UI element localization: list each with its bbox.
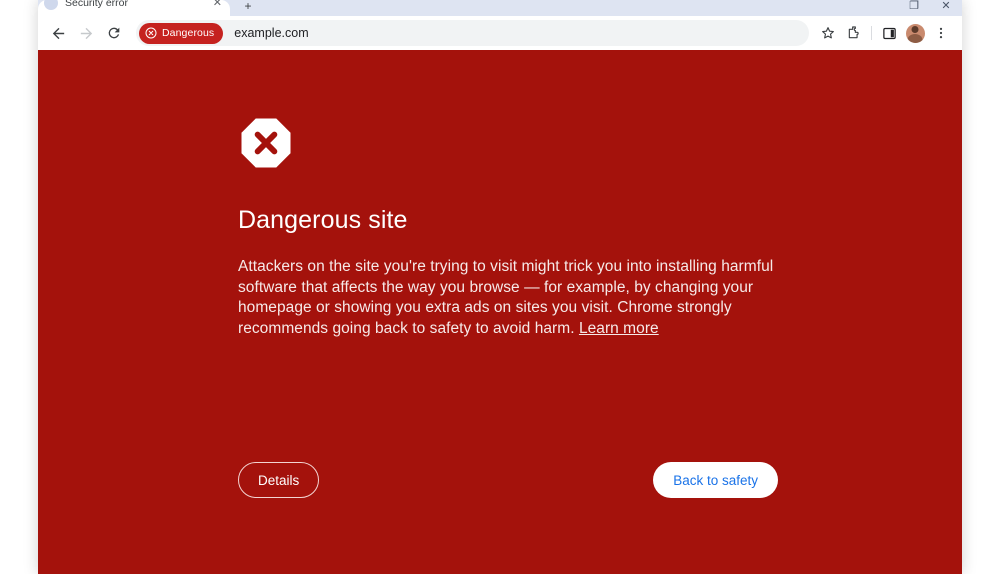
omnibox[interactable]: Dangerous example.com (136, 20, 809, 46)
new-tab-button[interactable]: + (234, 0, 262, 16)
octagon-x-icon (241, 118, 291, 168)
profile-button[interactable] (902, 20, 928, 46)
close-window-button[interactable]: ✕ (930, 0, 962, 16)
url-text[interactable]: example.com (234, 26, 308, 40)
learn-more-link[interactable]: Learn more (579, 320, 659, 337)
close-icon[interactable]: ✕ (213, 0, 222, 9)
screenshot-root: Security error ✕ + ❐ ✕ Dangerous example… (0, 0, 1000, 574)
back-to-safety-button[interactable]: Back to safety (653, 462, 778, 498)
security-status-badge[interactable]: Dangerous (139, 22, 224, 44)
reload-icon (108, 27, 120, 39)
circle-x-icon (145, 27, 157, 39)
tab-security-error[interactable]: Security error ✕ (38, 0, 230, 16)
star-icon (822, 27, 834, 39)
plus-icon: + (244, 0, 252, 13)
maximize-button[interactable]: ❐ (898, 0, 930, 16)
body-paragraph: Attackers on the site you're trying to v… (238, 258, 774, 337)
toolbar-divider (871, 26, 872, 40)
interstitial-button-row: Details Back to safety (238, 462, 778, 498)
security-status-label: Dangerous (162, 27, 215, 39)
three-dots-vertical-icon (939, 27, 943, 39)
browser-window: Security error ✕ + ❐ ✕ Dangerous example… (38, 0, 962, 574)
puzzle-piece-icon (848, 26, 859, 39)
back-button[interactable] (44, 19, 72, 47)
arrow-right-icon (80, 27, 92, 39)
close-window-icon: ✕ (941, 0, 951, 12)
tab-strip: Security error ✕ + ❐ ✕ (38, 0, 962, 16)
page-body-text: Attackers on the site you're trying to v… (238, 257, 778, 339)
shield-favicon-icon (44, 0, 58, 10)
reload-button[interactable] (100, 19, 128, 47)
extensions-button[interactable] (841, 20, 867, 46)
security-interstitial-page: Dangerous site Attackers on the site you… (38, 50, 962, 574)
bookmark-button[interactable] (815, 20, 841, 46)
interstitial-content: Dangerous site Attackers on the site you… (238, 115, 778, 339)
forward-button (72, 19, 100, 47)
tab-title: Security error (65, 0, 129, 9)
page-title: Dangerous site (238, 206, 408, 234)
chrome-menu-button[interactable] (928, 20, 954, 46)
side-panel-icon (882, 27, 896, 39)
side-panel-button[interactable] (876, 20, 902, 46)
avatar (905, 23, 925, 43)
window-controls: ❐ ✕ (898, 0, 962, 16)
arrow-left-icon (52, 27, 64, 39)
maximize-icon: ❐ (909, 0, 919, 12)
details-button[interactable]: Details (238, 462, 320, 498)
browser-toolbar: Dangerous example.com (38, 16, 962, 50)
